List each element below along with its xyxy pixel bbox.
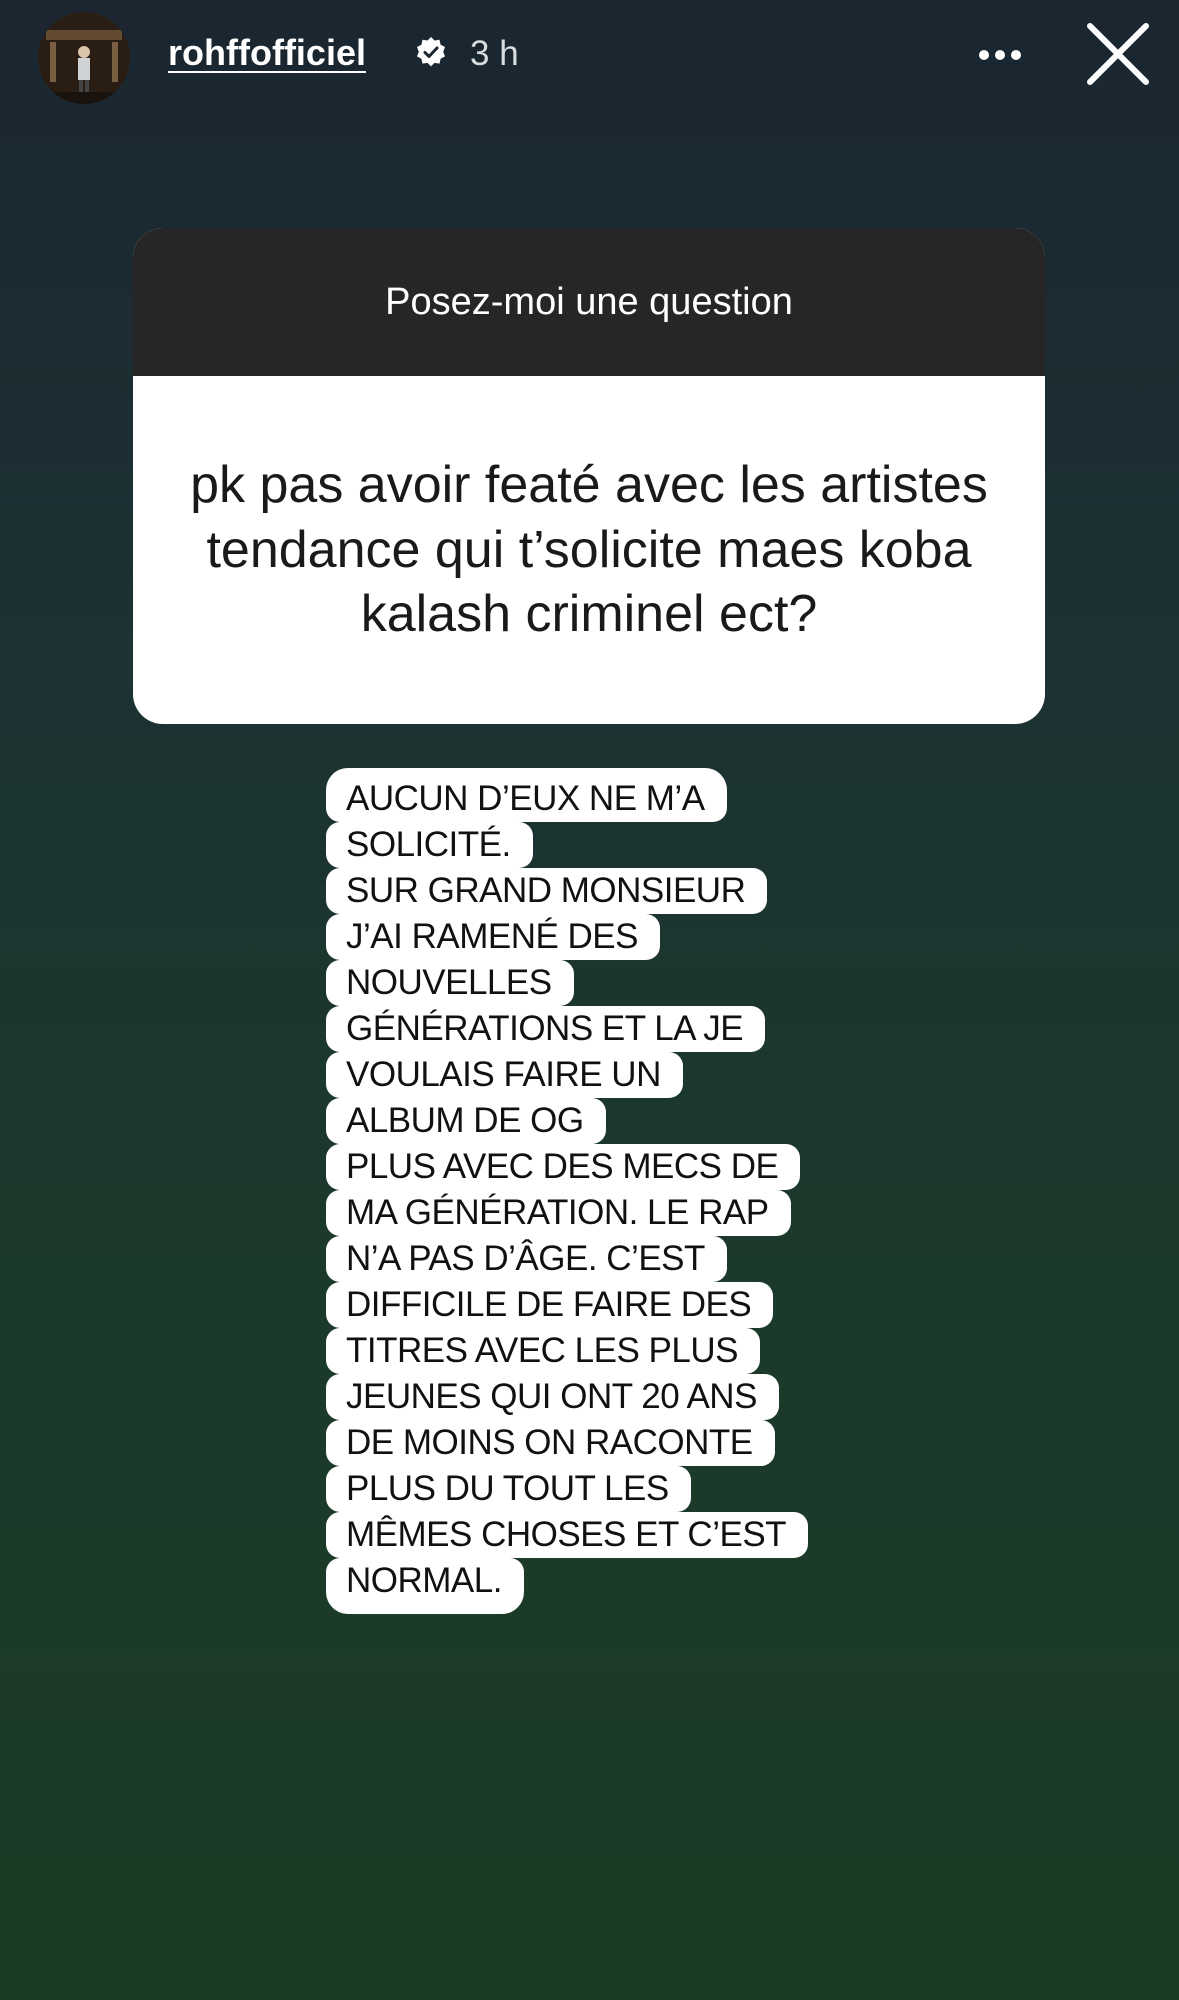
more-horizontal-icon[interactable] [970, 30, 1030, 80]
answer-text-block: AUCUN D’EUX NE M’A SOLICITÉ. SUR GRAND M… [326, 768, 886, 1614]
answer-line: VOULAIS FAIRE UN [326, 1052, 683, 1098]
avatar-image [38, 12, 130, 104]
answer-line: J’AI RAMENÉ DES [326, 914, 660, 960]
answer-line: MA GÉNÉRATION. LE RAP [326, 1190, 791, 1236]
question-sticker-header: Posez-moi une question [133, 228, 1045, 376]
answer-line: SOLICITÉ. [326, 822, 533, 868]
answer-line: JEUNES QUI ONT 20 ANS [326, 1374, 779, 1420]
answer-line: DE MOINS ON RACONTE [326, 1420, 775, 1466]
answer-line: MÊMES CHOSES ET C’EST [326, 1512, 809, 1558]
answer-line: NORMAL. [326, 1558, 524, 1614]
close-icon[interactable] [1084, 20, 1152, 88]
question-text: pk pas avoir featé avec les artistes ten… [190, 456, 988, 644]
answer-line: ALBUM DE OG [326, 1098, 606, 1144]
answer-line: SUR GRAND MONSIEUR [326, 868, 768, 914]
answer-line: PLUS AVEC DES MECS DE [326, 1144, 801, 1190]
answer-line: PLUS DU TOUT LES [326, 1466, 691, 1512]
answer-line: DIFFICILE DE FAIRE DES [326, 1282, 774, 1328]
answer-line: NOUVELLES [326, 960, 574, 1006]
question-sticker[interactable]: Posez-moi une question pk pas avoir feat… [133, 228, 1045, 724]
post-time: 3 h [470, 34, 519, 73]
answer-line: GÉNÉRATIONS ET LA JE [326, 1006, 766, 1052]
avatar[interactable] [38, 12, 130, 104]
answer-line: N’A PAS D’ÂGE. C’EST [326, 1236, 727, 1282]
story-header: rohffofficiel 3 h [0, 0, 1179, 110]
verified-badge-icon [417, 37, 445, 67]
answer-line: AUCUN D’EUX NE M’A [326, 768, 727, 822]
username[interactable]: rohffofficiel [168, 32, 366, 74]
answer-line: TITRES AVEC LES PLUS [326, 1328, 760, 1374]
